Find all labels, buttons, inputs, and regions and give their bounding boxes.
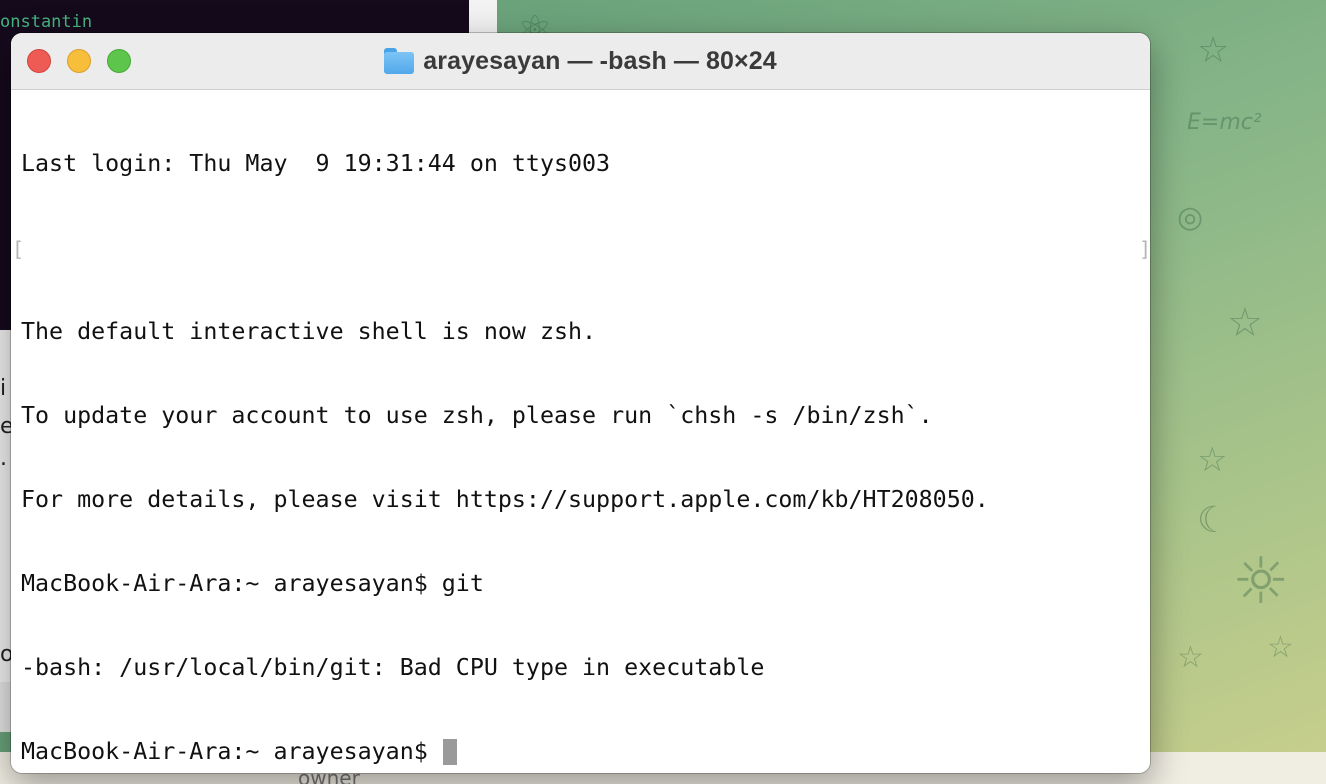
terminal-line: To update your account to use zsh, pleas… [21,402,933,429]
terminal-text: Last login: Thu May 9 19:31:44 on ttys00… [21,94,989,773]
prompt-line[interactable]: MacBook-Air-Ara:~ arayesayan$ [21,738,989,766]
terminal-line: MacBook-Air-Ara:~ arayesayan$ git [21,570,484,597]
background-text-fragment: . [0,446,7,471]
terminal-line: -bash: /usr/local/bin/git: Bad CPU type … [21,654,765,681]
planet-doodle-icon: ◎ [1177,200,1204,235]
star-doodle-icon: ☆ [1227,300,1263,346]
star-doodle-icon: ☆ [1177,640,1204,675]
window-title: arayesayan — -bash — 80×24 [423,46,777,75]
terminal-line: For more details, please visit https://s… [21,486,989,513]
text-cursor [442,739,457,765]
sun-doodle-icon: ☼ [1232,545,1290,619]
star-doodle-icon: ☆ [1197,30,1230,71]
background-text-fragment: i [0,376,7,401]
star-doodle-icon: ☆ [1197,440,1228,480]
star-doodle-icon: ☆ [1267,630,1294,665]
window-title-group: arayesayan — -bash — 80×24 [11,33,1150,89]
terminal-window[interactable]: arayesayan — -bash — 80×24 [ ] Last logi… [11,33,1150,773]
folder-icon [384,48,415,74]
background-username-text: onstantin [0,12,93,32]
terminal-line: The default interactive shell is now zsh… [21,318,597,345]
shell-prompt: MacBook-Air-Ara:~ arayesayan$ [21,738,442,765]
terminal-output-area[interactable]: [ ] Last login: Thu May 9 19:31:44 on tt… [11,90,1150,773]
moon-doodle-icon: ☾ [1197,500,1230,541]
window-titlebar[interactable]: arayesayan — -bash — 80×24 [11,33,1150,90]
terminal-line: Last login: Thu May 9 19:31:44 on ttys00… [21,150,611,177]
formula-doodle-icon: E=mc² [1187,110,1262,135]
command-mark-right: ] [1139,237,1150,261]
